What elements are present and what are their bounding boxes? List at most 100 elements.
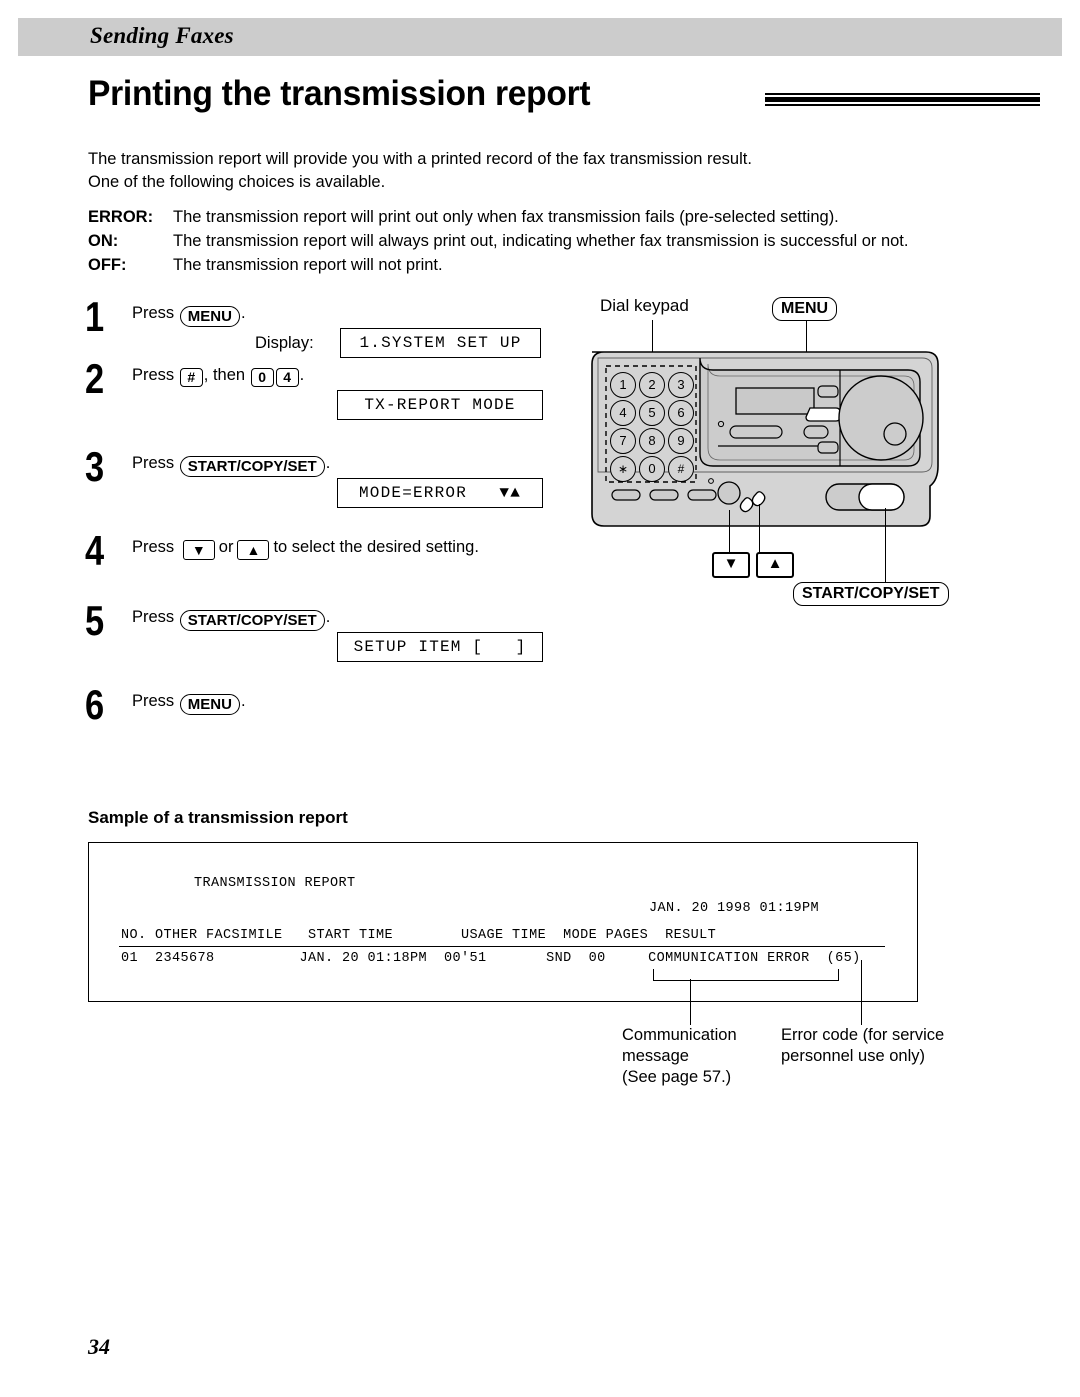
period: . (240, 692, 246, 710)
zero-key-cap: 0 (250, 368, 274, 387)
lcd-display-mode-error: MODE=ERROR ▼▲ (337, 478, 543, 508)
dial-keypad-keys: 1 2 3 4 5 6 7 8 9 ∗ 0 # (606, 366, 696, 482)
page-number: 34 (88, 1334, 110, 1359)
dial-key-7[interactable]: 7 (610, 428, 636, 454)
step-4: 4 Press ▼ or ▲ to select the desired settin… (85, 530, 555, 600)
step-instruction: Press ▼ or ▲ to select the desired setting. (132, 536, 479, 560)
dial-key-6[interactable]: 6 (668, 400, 694, 426)
menu-key-cap: MENU (179, 306, 240, 327)
heading-rule-ornament (765, 93, 1040, 107)
step-3: 3 Press START/COPY/SET. MODE=ERROR ▼▲ (85, 446, 555, 530)
dial-key-8[interactable]: 8 (639, 428, 665, 454)
arrow-down-leader-line (729, 510, 731, 553)
period: . (325, 454, 331, 472)
communication-message-note: Communication message (See page 57.) (622, 1025, 737, 1088)
dial-key-1[interactable]: 1 (610, 372, 636, 398)
press-word: Press (132, 608, 175, 626)
step-number: 5 (85, 597, 104, 644)
arrow-up-callout: ▲ (756, 552, 794, 578)
running-head-band: Sending Faxes (18, 18, 1062, 56)
period: . (240, 304, 246, 322)
display-label: Display: (255, 334, 314, 352)
report-header-rule (119, 946, 885, 948)
start-copy-set-leader-line (885, 508, 887, 584)
step-number: 1 (85, 293, 104, 340)
choice-text: The transmission report will not print. (173, 256, 443, 274)
error-code-note: Error code (for service personnel use on… (781, 1025, 944, 1067)
choice-label: ON: (88, 232, 119, 250)
period: . (325, 608, 331, 626)
period: . (299, 366, 305, 384)
start-copy-set-key-cap: START/COPY/SET (179, 456, 325, 477)
dial-key-3[interactable]: 3 (668, 372, 694, 398)
lcd-display-system-setup: 1.SYSTEM SET UP (340, 328, 541, 358)
step-1: 1 Press MENU. Display: 1.SYSTEM SET UP (85, 296, 555, 358)
report-timestamp: JAN. 20 1998 01:19PM (649, 901, 820, 916)
intro-line-2: One of the following choices is availabl… (88, 173, 386, 191)
step-instruction: Press START/COPY/SET. (132, 452, 330, 477)
lcd-display-setup-item: SETUP ITEM [ ] (337, 632, 543, 662)
running-head-title: Sending Faxes (90, 23, 234, 48)
manual-page: Sending Faxes Printing the transmission … (0, 0, 1080, 1397)
step-number: 3 (85, 443, 104, 490)
intro-line-1: The transmission report will provide you… (88, 150, 752, 168)
error-code-line-1: Error code (for service (781, 1026, 945, 1044)
step-number: 4 (85, 527, 104, 574)
fax-machine-illustration: Dial keypad MENU 1 2 3 4 5 6 7 8 9 ∗ 0 #… (578, 296, 978, 621)
step-6: 6 Press MENU. (85, 684, 555, 740)
report-column-headers: NO. OTHER FACSIMILE START TIME USAGE TIM… (121, 928, 717, 943)
intro-paragraph: The transmission report will provide you… (88, 148, 978, 194)
step-instruction: Press #, then 04. (132, 364, 304, 387)
choices-list: ERROR: The transmission report will prin… (88, 205, 988, 277)
dial-key-9[interactable]: 9 (668, 428, 694, 454)
choice-off: OFF: The transmission report will not pr… (88, 253, 988, 277)
communication-message-leader-line (690, 979, 692, 1025)
choice-text: The transmission report will always prin… (173, 232, 909, 250)
report-title: TRANSMISSION REPORT (194, 876, 356, 891)
dial-key-4[interactable]: 4 (610, 400, 636, 426)
press-word: Press (132, 304, 175, 322)
step-2: 2 Press #, then 04. TX-REPORT MODE (85, 358, 555, 446)
four-key-cap: 4 (275, 368, 299, 387)
start-copy-set-callout-label: START/COPY/SET (793, 582, 949, 606)
dial-key-2[interactable]: 2 (639, 372, 665, 398)
choice-text: The transmission report will print out o… (173, 208, 839, 226)
sample-report-box: TRANSMISSION REPORT JAN. 20 1998 01:19PM… (88, 842, 918, 1002)
communication-message-line-2: message (622, 1047, 689, 1065)
choice-label: OFF: (88, 256, 127, 274)
step-tail: to select the desired setting. (273, 538, 479, 556)
dial-key-asterisk[interactable]: ∗ (610, 456, 636, 482)
step-number: 2 (85, 355, 104, 402)
then-word: , then (203, 366, 246, 384)
step-instruction: Press MENU. (132, 302, 246, 327)
dial-key-hash[interactable]: # (668, 456, 694, 482)
sample-report-heading: Sample of a transmission report (88, 808, 348, 827)
or-word: or (218, 538, 234, 556)
communication-message-line-3: (See page 57.) (622, 1068, 732, 1086)
lcd-display-tx-report-mode: TX-REPORT MODE (337, 390, 543, 420)
choice-label: ERROR: (88, 208, 154, 226)
dial-key-5[interactable]: 5 (639, 400, 665, 426)
page-title: Printing the transmission report (88, 74, 591, 113)
choice-error: ERROR: The transmission report will prin… (88, 205, 988, 229)
start-copy-set-key-cap: START/COPY/SET (179, 610, 325, 631)
arrow-down-icon: ▼ (182, 540, 215, 560)
error-code-line-2: personnel use only) (781, 1047, 926, 1065)
arrow-up-leader-line (759, 504, 761, 553)
arrow-down-callout: ▼ (712, 552, 750, 578)
communication-message-bracket (653, 969, 839, 981)
press-word: Press (132, 366, 175, 384)
step-5: 5 Press START/COPY/SET. SETUP ITEM [ ] (85, 600, 555, 684)
step-number: 6 (85, 681, 104, 728)
press-word: Press (132, 454, 175, 472)
menu-key-cap: MENU (179, 694, 240, 715)
step-instruction: Press MENU. (132, 690, 246, 715)
steps-list: 1 Press MENU. Display: 1.SYSTEM SET UP 2… (85, 296, 555, 740)
dial-key-0[interactable]: 0 (639, 456, 665, 482)
communication-message-line-1: Communication (622, 1026, 737, 1044)
step-instruction: Press START/COPY/SET. (132, 606, 330, 631)
arrow-up-icon: ▲ (237, 540, 270, 560)
press-word: Press (132, 692, 175, 710)
press-word: Press (132, 538, 175, 556)
page-heading: Printing the transmission report (88, 74, 1040, 122)
